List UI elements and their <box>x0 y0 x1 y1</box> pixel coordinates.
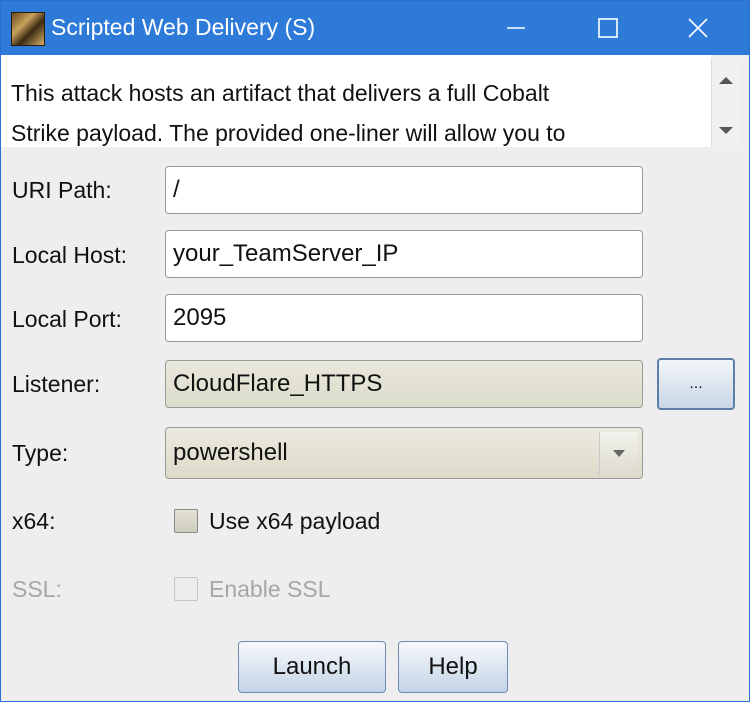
close-icon <box>688 18 708 38</box>
close-button[interactable] <box>655 1 741 55</box>
launch-button[interactable]: Launch <box>238 641 386 693</box>
ssl-checkbox-label: Enable SSL <box>209 576 331 602</box>
description-area[interactable]: This attack hosts an artifact that deliv… <box>1 55 711 147</box>
choose-listener-button[interactable]: ... <box>657 358 735 410</box>
window-title: Scripted Web Delivery (S) <box>51 14 316 40</box>
x64-label: x64: <box>12 508 56 534</box>
minimize-icon <box>507 27 525 29</box>
type-label: Type: <box>12 440 69 466</box>
app-icon <box>11 12 45 46</box>
listener-label: Listener: <box>12 371 101 397</box>
maximize-icon <box>598 18 618 38</box>
local-port-label: Local Port: <box>12 306 122 332</box>
minimize-button[interactable] <box>473 1 559 55</box>
description-scrollbar[interactable] <box>711 59 740 147</box>
title-bar[interactable]: Scripted Web Delivery (S) <box>1 1 749 55</box>
uri-path-input[interactable] <box>165 166 643 214</box>
description-line: Strike payload. The provided one-liner w… <box>11 120 566 146</box>
scroll-down-arrow-icon[interactable] <box>719 127 733 134</box>
uri-path-label: URI Path: <box>12 177 112 203</box>
ssl-label: SSL: <box>12 576 62 602</box>
type-selected-value: powershell <box>173 439 288 466</box>
scroll-up-arrow-icon[interactable] <box>719 77 733 84</box>
chevron-down-icon[interactable] <box>599 432 638 474</box>
maximize-button[interactable] <box>565 1 651 55</box>
local-host-label: Local Host: <box>12 242 128 268</box>
listener-field <box>165 360 643 408</box>
dialog-window: Scripted Web Delivery (S) This attack ho… <box>0 0 750 702</box>
description-line: This attack hosts an artifact that deliv… <box>11 80 550 106</box>
x64-checkbox-label[interactable]: Use x64 payload <box>209 508 380 535</box>
description-text: This attack hosts an artifact that deliv… <box>11 73 711 153</box>
local-host-input[interactable] <box>165 230 643 278</box>
local-port-input[interactable] <box>165 294 643 342</box>
help-button[interactable]: Help <box>398 641 508 693</box>
type-select[interactable]: powershell <box>165 427 643 479</box>
ssl-checkbox <box>174 577 198 601</box>
x64-checkbox[interactable] <box>174 509 198 533</box>
